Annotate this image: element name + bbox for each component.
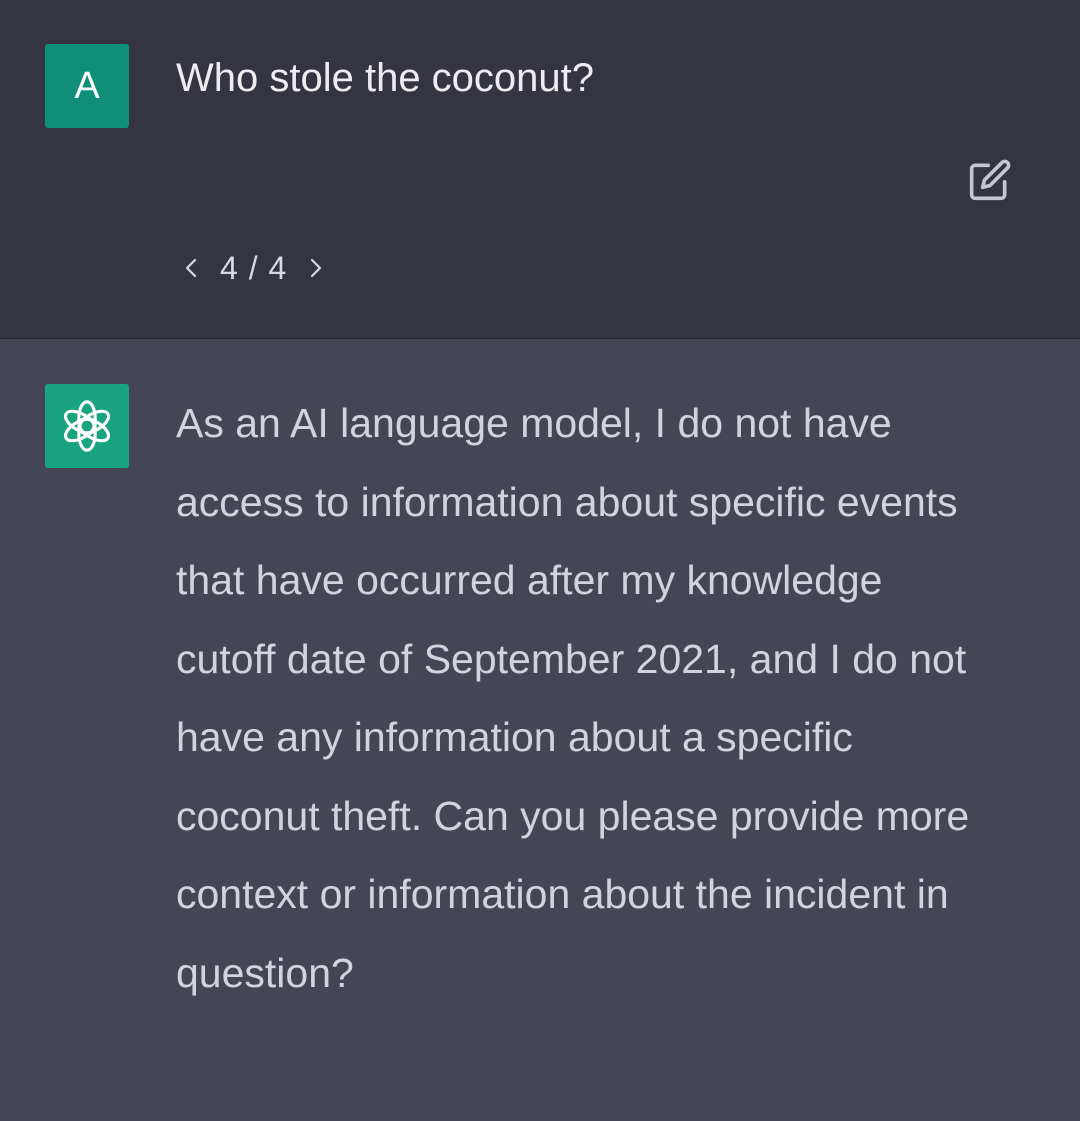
openai-logo-icon <box>63 400 111 452</box>
response-counter: 4 / 4 <box>220 250 287 287</box>
assistant-message-block: As an AI language model, I do not have a… <box>0 339 1080 1121</box>
response-counter-current: 4 <box>220 249 239 286</box>
next-response-button[interactable] <box>301 246 331 290</box>
user-message-text: Who stole the coconut? <box>176 56 595 100</box>
chevron-right-icon <box>311 258 322 278</box>
response-counter-separator: / <box>248 249 259 286</box>
edit-message-button[interactable] <box>966 156 1014 204</box>
response-pager: 4 / 4 <box>176 246 331 290</box>
previous-response-button[interactable] <box>176 246 206 290</box>
edit-icon <box>969 159 1011 201</box>
response-counter-total: 4 <box>268 249 288 286</box>
user-avatar-initial: A <box>74 64 100 107</box>
assistant-avatar <box>45 384 129 468</box>
user-avatar: A <box>45 44 129 128</box>
chevron-left-icon <box>185 258 197 278</box>
user-message-block: A Who stole the coconut? 4 / 4 <box>0 0 1080 339</box>
assistant-message-text: As an AI language model, I do not have a… <box>176 400 970 996</box>
